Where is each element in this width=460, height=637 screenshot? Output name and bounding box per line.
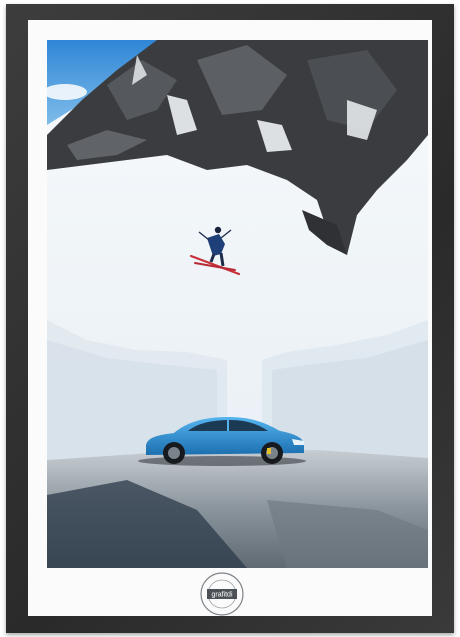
poster-photo: [47, 40, 428, 568]
photo-illustration: [47, 40, 428, 568]
picture-frame: grafitdi: [6, 4, 454, 633]
poster-mat: grafitdi: [28, 20, 432, 616]
seal-stamp-icon: grafitdi: [198, 570, 246, 618]
stamp-brand: grafitdi: [211, 592, 232, 599]
